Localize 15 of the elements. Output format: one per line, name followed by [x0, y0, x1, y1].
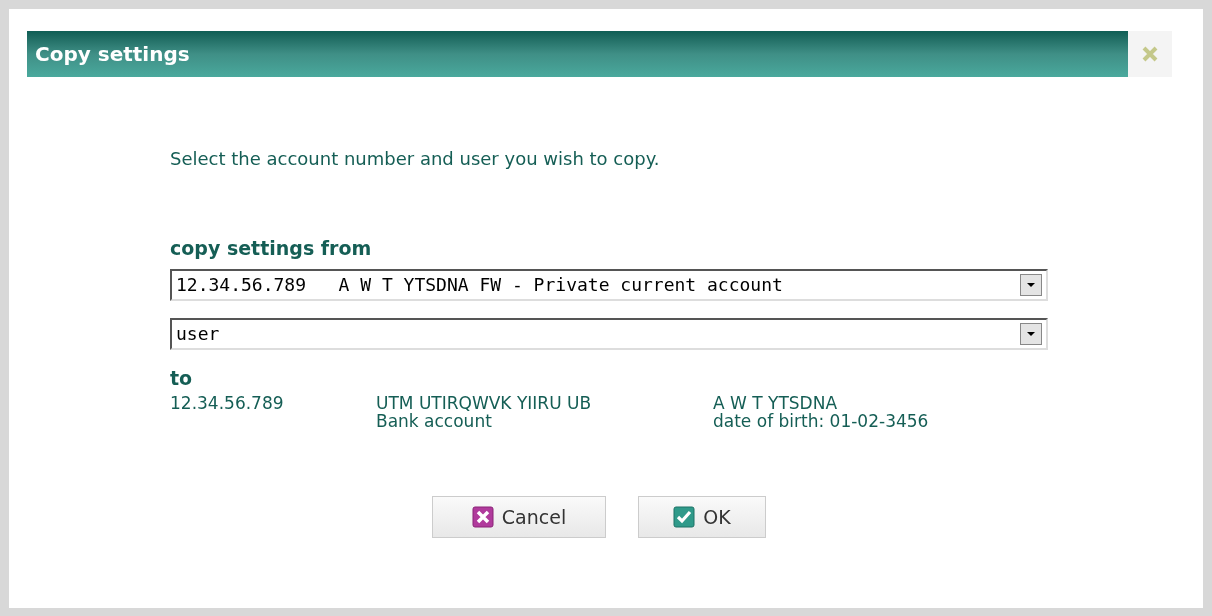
to-heading: to	[170, 365, 194, 391]
from-heading: copy settings from	[170, 236, 373, 261]
dialog-title: Copy settings	[35, 41, 190, 68]
account-type: Bank account	[376, 412, 493, 430]
account-number: 12.34.56.789	[170, 394, 285, 415]
cancel-button[interactable]: Cancel	[432, 496, 606, 538]
account-dropdown[interactable]: 12.34.56.789 A W T YTSDNA FW - Private current account	[170, 268, 1048, 301]
instruction-text: Select the account number and user you wish to copy.	[170, 147, 661, 171]
ok-button[interactable]: OK	[638, 496, 766, 538]
user-dropdown[interactable]: user	[170, 317, 1048, 350]
birth-date: date of birth: 01-02-3456	[713, 412, 929, 430]
cross-icon	[471, 506, 494, 528]
holder-name: A W T YTSDNA	[713, 394, 839, 412]
checkmark-icon	[673, 506, 696, 528]
bank-name: UTM UTIRQWVK YIIRU UB	[376, 394, 593, 412]
